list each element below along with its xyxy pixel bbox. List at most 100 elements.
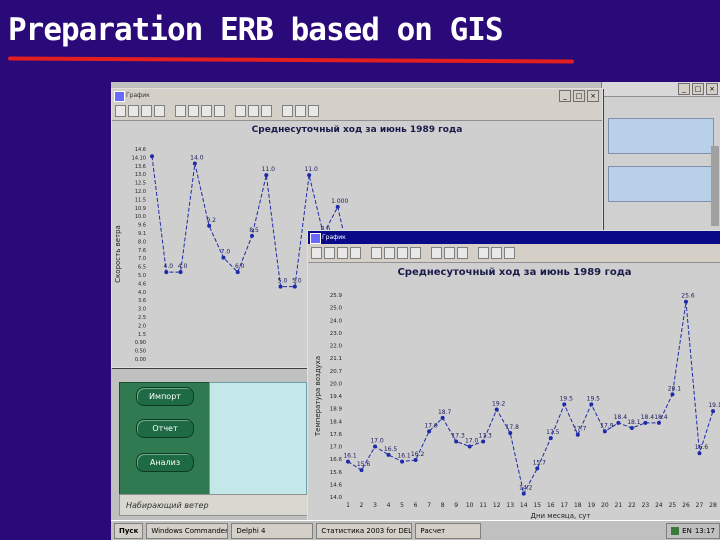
data-point xyxy=(335,204,340,209)
toolbar-open-button[interactable] xyxy=(115,105,126,117)
data-point xyxy=(235,270,240,275)
toolbar-bar-button[interactable] xyxy=(201,105,212,117)
toolbar-open-button[interactable] xyxy=(311,247,322,259)
data-point xyxy=(427,429,432,434)
toolbar-print-button[interactable] xyxy=(337,247,348,259)
data-label: 15.7 xyxy=(533,459,547,466)
y-tick-label: 0.50 xyxy=(135,349,146,355)
y-tick-label: 9.6 xyxy=(138,223,146,229)
sidebar-button-report[interactable]: Отчет xyxy=(136,419,194,438)
y-tick-label: 0.00 xyxy=(135,357,146,363)
y-tick-label: 22.0 xyxy=(330,344,343,350)
toolbar-line-button[interactable] xyxy=(188,105,199,117)
toolbar-help-button[interactable] xyxy=(491,247,502,259)
maximize-button[interactable]: □ xyxy=(692,83,704,95)
data-label: 18.1 xyxy=(627,419,641,426)
data-point xyxy=(400,459,405,464)
y-tick-label: 17.6 xyxy=(330,432,343,438)
data-point xyxy=(178,270,183,275)
x-tick-label: 5 xyxy=(400,502,404,509)
taskbar-item[interactable]: Delphi 4 xyxy=(231,522,314,539)
toolbar-save-button[interactable] xyxy=(128,105,139,117)
toolbar-chart-button[interactable] xyxy=(175,105,186,117)
chart-window-temperature: График Среднесуточный ход за июнь 1989 г… xyxy=(307,230,720,522)
y-tick-label: 14.0 xyxy=(330,495,343,501)
toolbar-settings-button[interactable] xyxy=(478,247,489,259)
toolbar-copy-button[interactable] xyxy=(350,247,361,259)
minimize-button[interactable]: _ xyxy=(559,90,571,102)
y-tick-label: 8.0 xyxy=(138,239,146,245)
data-label: 18.4 xyxy=(641,414,655,421)
toolbar-copy-button[interactable] xyxy=(154,105,165,117)
language-indicator[interactable]: EN xyxy=(682,524,692,538)
toolbar-help-button[interactable] xyxy=(295,105,306,117)
toolbar-grid-button[interactable] xyxy=(431,247,442,259)
toolbar-legend-button[interactable] xyxy=(444,247,455,259)
data-label: 16.1 xyxy=(397,453,411,460)
toolbar-chart-button[interactable] xyxy=(371,247,382,259)
scrollbar[interactable] xyxy=(711,146,719,226)
y-tick-label: 23.0 xyxy=(330,331,343,337)
data-label: 17.8 xyxy=(506,424,520,431)
data-point xyxy=(221,255,226,260)
minimize-button[interactable]: _ xyxy=(678,83,690,95)
toolbar-bar-button[interactable] xyxy=(397,247,408,259)
x-tick-label: 25 xyxy=(669,502,677,509)
y-tick-label: 6.5 xyxy=(138,265,146,271)
data-point xyxy=(413,457,418,462)
x-tick-label: 9 xyxy=(454,502,458,509)
toolbar-settings-button[interactable] xyxy=(282,105,293,117)
data-label: 17.3 xyxy=(479,432,493,439)
y-tick-label: 11.5 xyxy=(135,197,146,203)
toolbar-close-button[interactable] xyxy=(308,105,319,117)
data-label: 17.0 xyxy=(370,438,384,445)
temperature-chart: Среднесуточный ход за июнь 1989 года 25.… xyxy=(308,263,720,521)
taskbar-item[interactable]: Windows Commander 3.52 xyxy=(146,522,229,539)
data-point xyxy=(697,451,702,456)
toolbar-legend-button[interactable] xyxy=(248,105,259,117)
data-point xyxy=(386,452,391,457)
toolbar-print-button[interactable] xyxy=(141,105,152,117)
y-tick-label: 5.0 xyxy=(138,273,146,279)
toolbar-close-button[interactable] xyxy=(504,247,515,259)
toolbar-zoom-button[interactable] xyxy=(214,105,225,117)
x-tick-label: 17 xyxy=(560,502,568,509)
toolbar-text-button[interactable] xyxy=(261,105,272,117)
toolbar-grid-button[interactable] xyxy=(235,105,246,117)
data-label: 7.0 xyxy=(221,249,231,256)
data-point xyxy=(250,233,254,238)
x-tick-label: 2 xyxy=(360,502,364,509)
taskbar-item[interactable]: Расчет xyxy=(415,522,482,539)
toolbar-zoom-button[interactable] xyxy=(410,247,421,259)
close-button[interactable]: × xyxy=(706,83,718,95)
toolbar-line-button[interactable] xyxy=(384,247,395,259)
data-label: 4.0 xyxy=(178,263,188,270)
x-tick-label: 21 xyxy=(615,502,623,509)
y-axis-label: Температура воздуха xyxy=(314,356,322,437)
y-tick-label: 12.0 xyxy=(135,189,146,195)
y-tick-label: 18.9 xyxy=(330,407,343,413)
y-tick-label: 16.6 xyxy=(330,457,343,463)
x-tick-label: 13 xyxy=(506,502,514,509)
y-axis-label: Скорость ветра xyxy=(114,225,122,283)
y-tick-label: 4.0 xyxy=(138,290,146,296)
sidebar-button-analysis[interactable]: Анализ xyxy=(136,453,194,472)
close-button[interactable]: × xyxy=(587,90,599,102)
window-title: График xyxy=(126,92,150,99)
data-label: 11.0 xyxy=(304,166,318,173)
data-label: 9.2 xyxy=(206,217,216,224)
maximize-button[interactable]: □ xyxy=(573,90,585,102)
data-point xyxy=(508,431,513,436)
y-tick-label: 10.0 xyxy=(135,214,146,220)
data-label: 15.6 xyxy=(357,461,371,468)
x-tick-label: 6 xyxy=(414,502,418,509)
start-button[interactable]: Пуск xyxy=(114,522,144,539)
x-tick-label: 22 xyxy=(628,502,636,509)
data-label: 25.6 xyxy=(681,293,695,300)
x-tick-label: 4 xyxy=(387,502,391,509)
toolbar-text-button[interactable] xyxy=(457,247,468,259)
y-tick-label: 4.6 xyxy=(138,281,146,287)
toolbar-save-button[interactable] xyxy=(324,247,335,259)
taskbar-item[interactable]: Статистика 2003 for DEL xyxy=(316,522,413,539)
sidebar-button-import[interactable]: Импорт xyxy=(136,387,194,406)
